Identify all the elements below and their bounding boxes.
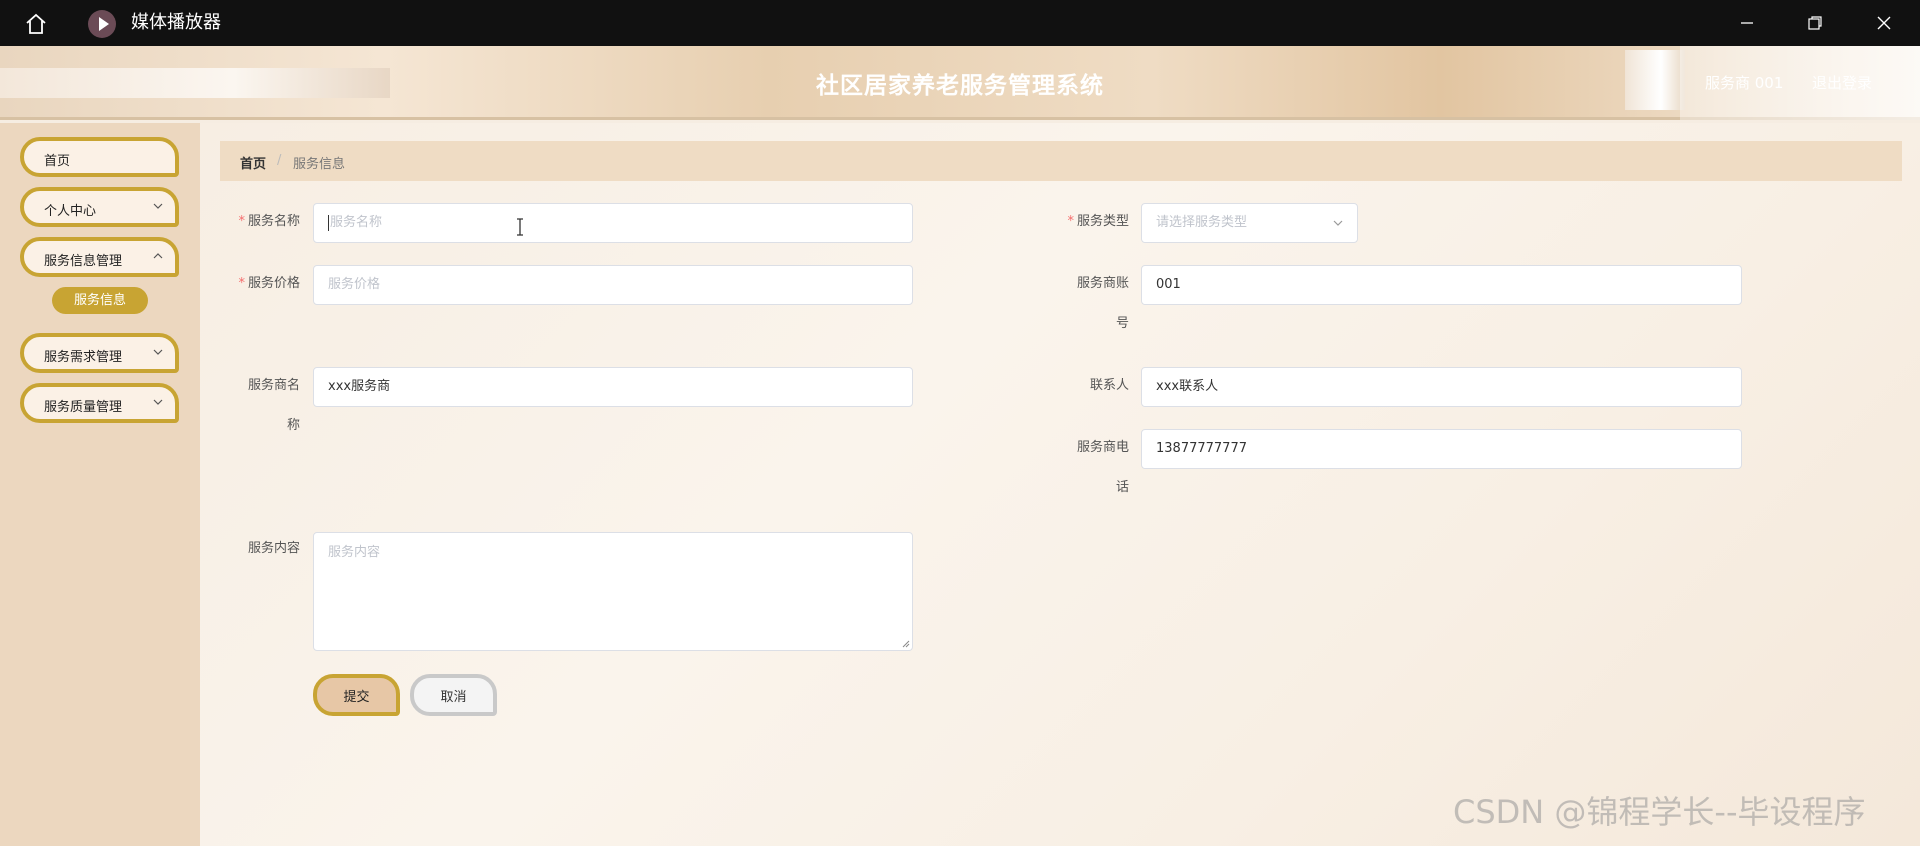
service-type-label: * 服务类型 [1067,214,1129,229]
service-price-input[interactable]: 服务价格 [313,265,913,305]
sidebar-item-label: 服务需求管理 [44,350,123,365]
sidebar-item-personal-center[interactable]: 个人中心 [20,187,179,227]
current-user: 服务商 001 [1705,74,1784,92]
sidebar-item-service-info-mgmt[interactable]: 服务信息管理 [20,237,179,277]
provider-name-input[interactable]: xxx服务商 [313,367,913,407]
sidebar-item-home[interactable]: 首页 [20,137,179,177]
chevron-up-icon [153,253,163,259]
sidebar: 首页 个人中心 服务信息管理 服务信息 服务需求管理 服务质量管理 [0,123,200,846]
provider-phone-label-wrap: 话 [1115,480,1129,495]
logout-link[interactable]: 退出登录 [1812,72,1872,93]
provider-phone-input[interactable]: 13877777777 [1141,429,1742,469]
breadcrumb-home[interactable]: 首页 [240,153,266,172]
header-decoration [0,68,390,98]
sidebar-item-service-demand-mgmt[interactable]: 服务需求管理 [20,333,179,373]
sidebar-item-label: 首页 [44,154,71,169]
service-price-label: * 服务价格 [238,276,300,291]
provider-name-label-wrap: 称 [286,418,300,433]
service-name-label: * 服务名称 [238,214,300,229]
minimize-button[interactable] [1727,8,1767,38]
text-cursor-icon [517,218,523,236]
sidebar-item-service-quality-mgmt[interactable]: 服务质量管理 [20,383,179,423]
provider-account-label: 服务商账 [1076,276,1129,291]
chevron-down-icon [153,399,163,405]
provider-account-label-wrap: 号 [1115,316,1129,331]
breadcrumb-current: 服务信息 [293,157,346,172]
chevron-down-icon [1333,220,1343,226]
service-content-textarea[interactable]: 服务内容 [313,532,913,651]
breadcrumb-separator: / [277,153,282,168]
window-titlebar: 媒体播放器 [0,0,1920,46]
chevron-down-icon [153,203,163,209]
service-type-select[interactable]: 请选择服务类型 [1141,203,1358,243]
close-button[interactable] [1864,8,1904,38]
service-name-input[interactable]: 服务名称 [313,203,913,243]
header-decoration [1625,50,1685,110]
restore-button[interactable] [1795,8,1835,38]
service-content-label: 服务内容 [247,541,300,556]
chevron-down-icon [153,349,163,355]
sidebar-item-label: 服务信息管理 [44,254,123,269]
window-title: 媒体播放器 [131,12,221,33]
sidebar-subitem-service-info[interactable]: 服务信息 [52,287,148,314]
sidebar-item-label: 个人中心 [44,204,97,219]
contact-label: 联系人 [1089,378,1129,393]
app-header: 社区居家养老服务管理系统 服务商 001 退出登录 [0,46,1920,120]
media-player-icon [88,10,116,38]
cancel-button[interactable]: 取消 [410,674,497,716]
watermark: CSDN @锦程学长--毕设程序 [1453,793,1866,831]
resize-handle-icon[interactable] [902,640,910,648]
sidebar-item-label: 服务质量管理 [44,400,123,415]
provider-name-label: 服务商名 [247,378,300,393]
breadcrumb: 首页 / 服务信息 [220,141,1902,181]
submit-button[interactable]: 提交 [313,674,400,716]
provider-phone-label: 服务商电 [1076,440,1129,455]
provider-account-input[interactable]: 001 [1141,265,1742,305]
system-title: 社区居家养老服务管理系统 [816,73,1104,99]
contact-input[interactable]: xxx联系人 [1141,367,1742,407]
home-icon[interactable] [21,11,51,37]
